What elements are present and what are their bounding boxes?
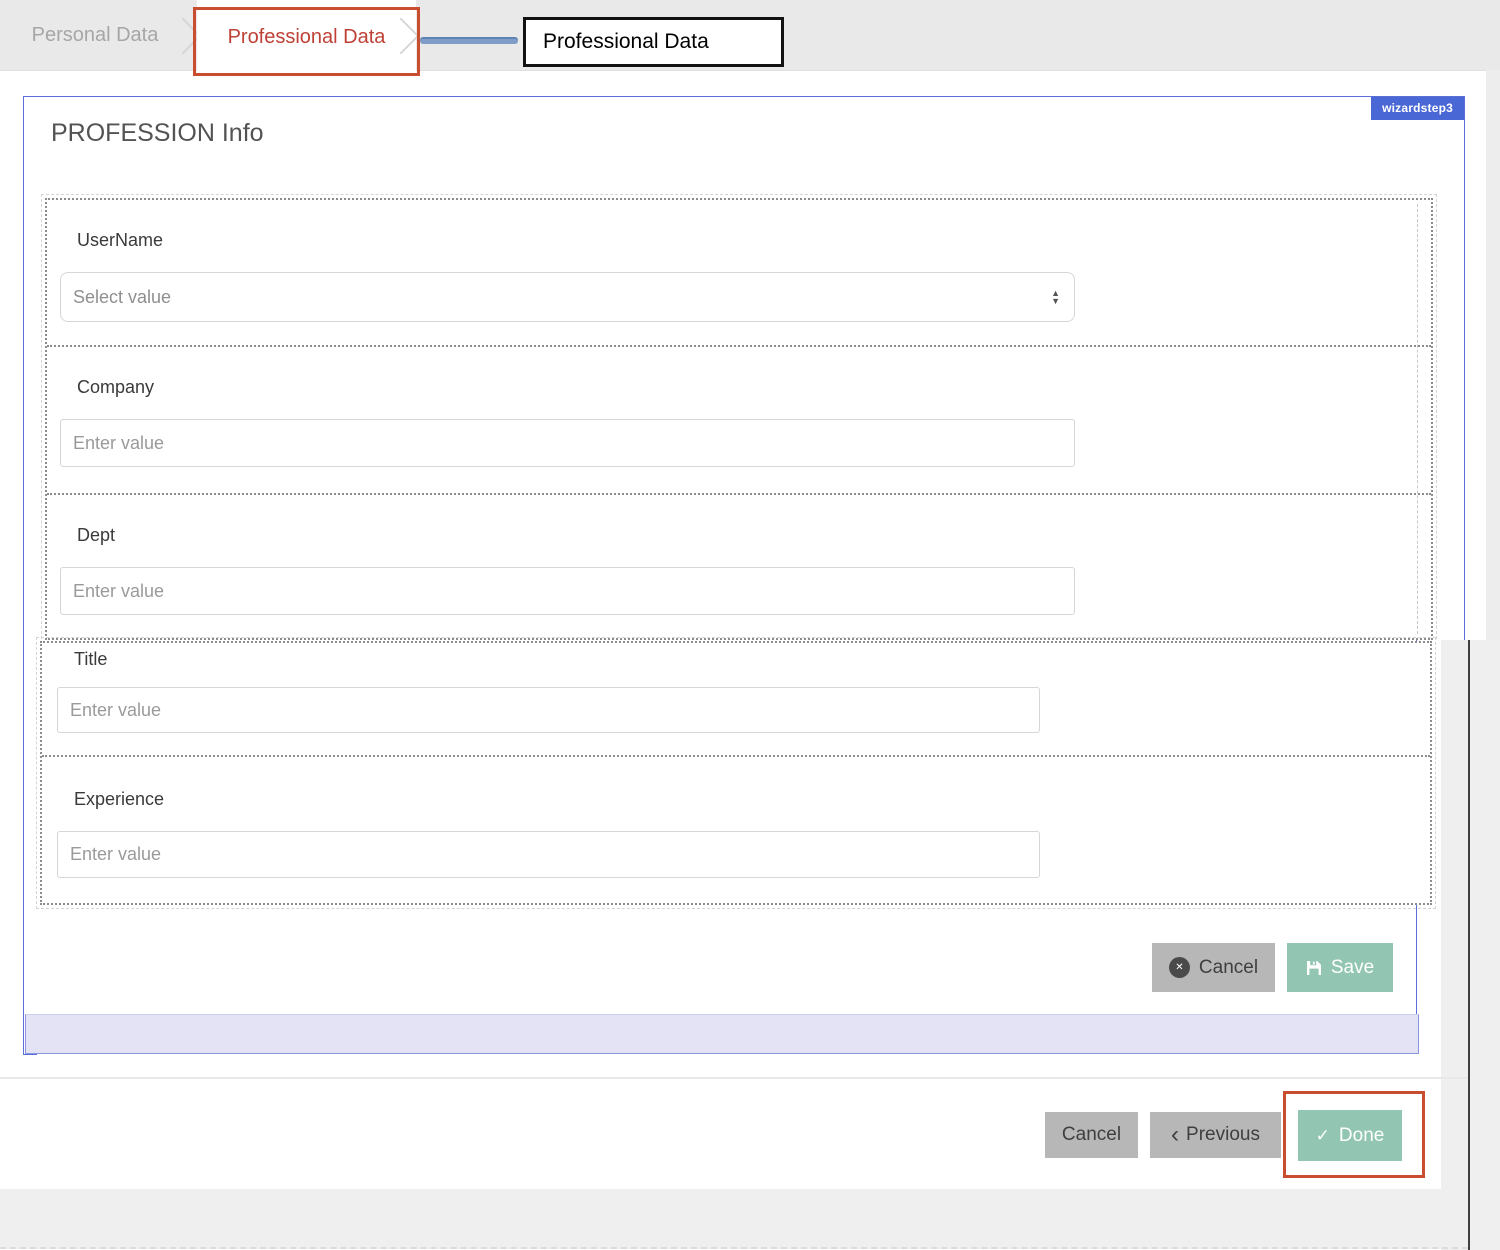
company-input[interactable] [60, 419, 1075, 467]
dept-input[interactable] [60, 567, 1075, 615]
dept-label: Dept [77, 525, 115, 546]
annotation-box-tab [193, 7, 420, 76]
annotation-callout-label: Professional Data [543, 30, 709, 54]
annotation-connector-line [420, 37, 518, 44]
form-section-lower: Title Experience ✕ Cancel Save [37, 640, 1470, 1250]
username-label: UserName [77, 230, 163, 251]
annotation-box-done [1283, 1091, 1425, 1178]
form-cancel-label: Cancel [1199, 957, 1258, 979]
cancel-circle-icon: ✕ [1169, 957, 1190, 978]
username-select-placeholder: Select value [73, 287, 171, 308]
footer-divider [0, 1077, 1468, 1079]
wizard-previous-button[interactable]: ‹ Previous [1150, 1112, 1281, 1158]
field-title: Title [42, 643, 1430, 755]
experience-input[interactable] [57, 831, 1040, 878]
wizard-cancel-button[interactable]: Cancel [1045, 1112, 1138, 1158]
annotation-callout: Professional Data [523, 17, 784, 67]
field-username: UserName Select value ▲ ▼ [47, 200, 1431, 345]
title-label: Title [74, 649, 107, 670]
field-company: Company [47, 345, 1431, 493]
wizard-cancel-label: Cancel [1062, 1124, 1121, 1146]
form-cancel-button[interactable]: ✕ Cancel [1152, 943, 1275, 992]
window-edge-gutter [1486, 70, 1500, 645]
bottom-bar [0, 1189, 1468, 1249]
form-save-label: Save [1331, 957, 1374, 979]
title-input[interactable] [57, 687, 1040, 733]
page-gutter [1441, 640, 1468, 1250]
select-updown-icon: ▲ ▼ [1051, 289, 1060, 305]
save-floppy-icon [1306, 960, 1322, 976]
window-edge-gutter [1470, 640, 1500, 1250]
field-group-upper: UserName Select value ▲ ▼ Company Dept [45, 198, 1433, 640]
previous-chevron-icon: ‹ [1171, 1125, 1179, 1145]
tab-personal-data-label: Personal Data [32, 24, 159, 47]
form-save-button[interactable]: Save [1287, 943, 1393, 992]
dashed-guide-line [1417, 204, 1418, 634]
company-label: Company [77, 377, 154, 398]
field-experience: Experience [42, 755, 1430, 901]
panel-footer-strip [25, 1014, 1419, 1054]
select-down-arrow-icon: ▼ [1051, 297, 1060, 305]
wizard-previous-label: Previous [1186, 1124, 1260, 1146]
tab-personal-data[interactable]: Personal Data [0, 0, 190, 70]
field-group-lower: Title Experience [40, 641, 1432, 905]
experience-label: Experience [74, 789, 164, 810]
form-title: PROFESSION Info [51, 119, 264, 148]
username-select[interactable]: Select value ▲ ▼ [60, 272, 1075, 322]
wizardstep-badge: wizardstep3 [1371, 97, 1464, 120]
field-dept: Dept [47, 493, 1431, 638]
page: Personal Data Professional Data wizardst… [0, 0, 1500, 1250]
